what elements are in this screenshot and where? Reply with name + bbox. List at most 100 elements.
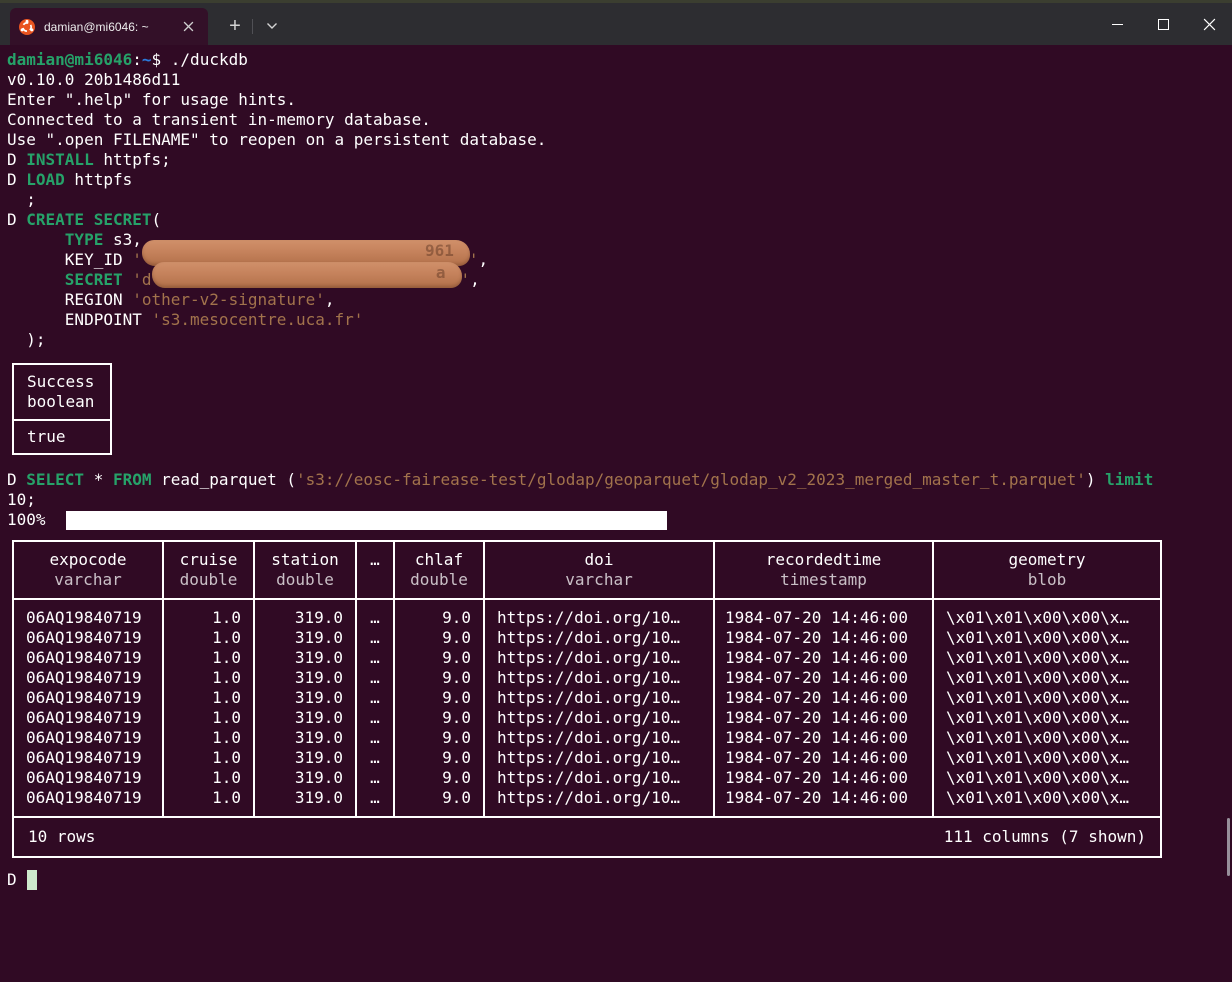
table-cell: 319.0 <box>255 608 355 628</box>
table-cell: 1.0 <box>164 728 253 748</box>
terminal-cursor[interactable] <box>27 870 37 890</box>
table-cell: 06AQ19840719 <box>14 608 162 628</box>
table-cell: 9.0 <box>395 768 483 788</box>
duckdb-success-result-table: Success boolean true <box>12 363 112 455</box>
terminal-line: Enter ".help" for usage hints. <box>7 90 1232 110</box>
terminal-line: D LOAD httpfs <box>7 170 1232 190</box>
close-icon <box>183 21 194 32</box>
terminal-line: v0.10.0 20b1486d11 <box>7 70 1232 90</box>
column-header-cruise: cruisedouble <box>164 542 255 598</box>
column-type: double <box>395 570 483 590</box>
table-cell: 06AQ19840719 <box>14 708 162 728</box>
terminal-output-top: damian@mi6046:~$ ./duckdbv0.10.0 20b1486… <box>7 50 1232 350</box>
table-cell: 06AQ19840719 <box>14 768 162 788</box>
table-cell: 06AQ19840719 <box>14 668 162 688</box>
table-cell: https://doi.org/10… <box>485 608 713 628</box>
column-type: timestamp <box>715 570 932 590</box>
table-cell: 9.0 <box>395 728 483 748</box>
table-cell: 1.0 <box>164 668 253 688</box>
minimize-button[interactable] <box>1094 3 1140 45</box>
table-cell: https://doi.org/10… <box>485 728 713 748</box>
table-cell: 1984-07-20 14:46:00 <box>715 608 932 628</box>
new-tab-button[interactable]: + <box>221 12 249 40</box>
table-cell: 319.0 <box>255 788 355 808</box>
column-header-expocode: expocodevarchar <box>14 542 164 598</box>
table-column-expocode: 06AQ1984071906AQ1984071906AQ1984071906AQ… <box>14 600 164 816</box>
ubuntu-logo-icon <box>19 19 35 35</box>
success-column-name: Success <box>27 372 110 392</box>
table-column-ellipsis: ………………………… <box>357 600 395 816</box>
tab-dropdown-button[interactable] <box>258 12 286 40</box>
tab-title: damian@mi6046: ~ <box>44 20 149 34</box>
column-header-station: stationdouble <box>255 542 357 598</box>
table-cell: \x01\x01\x00\x00\x… <box>934 768 1160 788</box>
table-cell: 1.0 <box>164 708 253 728</box>
terminal-line: SECRET 'da', <box>7 270 1232 290</box>
table-column-geometry: \x01\x01\x00\x00\x…\x01\x01\x00\x00\x…\x… <box>934 600 1160 816</box>
table-cell: … <box>357 708 393 728</box>
table-cell: \x01\x01\x00\x00\x… <box>934 648 1160 668</box>
table-cell: 1.0 <box>164 688 253 708</box>
table-cell: 9.0 <box>395 608 483 628</box>
column-header-doi: doivarchar <box>485 542 715 598</box>
table-cell: 1.0 <box>164 648 253 668</box>
result-table-footer: 10 rows 111 columns (7 shown) <box>14 816 1160 856</box>
column-type: varchar <box>14 570 162 590</box>
table-cell: 319.0 <box>255 648 355 668</box>
table-cell: 1984-07-20 14:46:00 <box>715 628 932 648</box>
plus-icon: + <box>229 16 241 36</box>
table-cell: 319.0 <box>255 748 355 768</box>
tab-close-button[interactable] <box>177 16 199 38</box>
table-cell: 1984-07-20 14:46:00 <box>715 748 932 768</box>
table-cell: 1984-07-20 14:46:00 <box>715 688 932 708</box>
table-cell: \x01\x01\x00\x00\x… <box>934 708 1160 728</box>
table-cell: 319.0 <box>255 688 355 708</box>
table-cell: 1984-07-20 14:46:00 <box>715 788 932 808</box>
column-name: station <box>255 550 355 570</box>
table-cell: https://doi.org/10… <box>485 628 713 648</box>
table-cell: https://doi.org/10… <box>485 668 713 688</box>
table-cell: 9.0 <box>395 748 483 768</box>
maximize-icon <box>1158 19 1169 30</box>
terminal-line: ENDPOINT 's3.mesocentre.uca.fr' <box>7 310 1232 330</box>
column-type: blob <box>934 570 1160 590</box>
table-cell: 9.0 <box>395 648 483 668</box>
table-cell: 9.0 <box>395 688 483 708</box>
table-cell: … <box>357 768 393 788</box>
terminal-content: damian@mi6046:~$ ./duckdbv0.10.0 20b1486… <box>0 45 1232 890</box>
maximize-button[interactable] <box>1140 3 1186 45</box>
table-cell: … <box>357 728 393 748</box>
column-type: double <box>255 570 355 590</box>
table-cell: 9.0 <box>395 788 483 808</box>
terminal-line: D INSTALL httpfs; <box>7 150 1232 170</box>
terminal-line: D SELECT * FROM read_parquet ('s3://eosc… <box>7 470 1232 490</box>
column-type <box>357 570 393 590</box>
table-cell: 1.0 <box>164 788 253 808</box>
table-cell: … <box>357 788 393 808</box>
scrollbar-thumb[interactable] <box>1227 818 1230 876</box>
close-window-button[interactable] <box>1186 3 1232 45</box>
column-header-recordedtime: recordedtimetimestamp <box>715 542 934 598</box>
table-cell: \x01\x01\x00\x00\x… <box>934 668 1160 688</box>
table-cell: 319.0 <box>255 668 355 688</box>
column-count-label: 111 columns (7 shown) <box>944 827 1146 847</box>
column-name: expocode <box>14 550 162 570</box>
table-cell: 06AQ19840719 <box>14 688 162 708</box>
column-name: doi <box>485 550 713 570</box>
table-column-doi: https://doi.org/10…https://doi.org/10…ht… <box>485 600 715 816</box>
table-cell: 1984-07-20 14:46:00 <box>715 768 932 788</box>
table-cell: 9.0 <box>395 668 483 688</box>
column-name: geometry <box>934 550 1160 570</box>
terminal-tab[interactable]: damian@mi6046: ~ <box>10 8 208 45</box>
table-cell: … <box>357 688 393 708</box>
table-cell: 319.0 <box>255 728 355 748</box>
table-column-chlaf: 9.09.09.09.09.09.09.09.09.09.0 <box>395 600 485 816</box>
column-name: … <box>357 550 393 570</box>
column-header-ellipsis: … <box>357 542 395 598</box>
table-cell: … <box>357 748 393 768</box>
duckdb-prompt: D <box>7 870 17 890</box>
window-top-accent <box>0 0 1232 3</box>
redaction-stroke: a <box>152 262 462 288</box>
terminal-line: ; <box>7 190 1232 210</box>
table-cell: … <box>357 648 393 668</box>
